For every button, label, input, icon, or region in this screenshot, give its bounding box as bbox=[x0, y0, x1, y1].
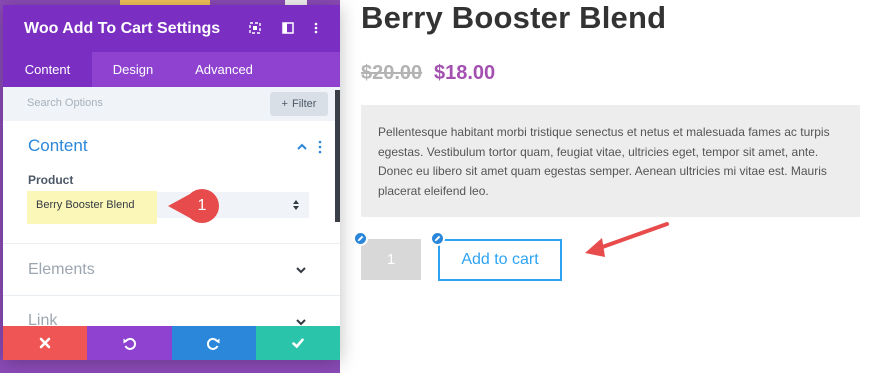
elements-section-toggle[interactable]: Elements bbox=[28, 261, 95, 279]
annotation-arrow-icon bbox=[585, 222, 669, 257]
plus-icon: + bbox=[281, 98, 288, 110]
filter-label: Filter bbox=[291, 98, 317, 110]
discard-button[interactable] bbox=[3, 326, 88, 360]
split-view-icon[interactable] bbox=[280, 20, 296, 36]
redo-button[interactable] bbox=[171, 326, 256, 360]
module-settings-panel: Woo Add To Cart Settings Content Design … bbox=[3, 5, 340, 360]
undo-icon bbox=[123, 337, 137, 350]
search-options-bar: Search Options + Filter bbox=[3, 87, 340, 121]
regular-price: $20.00 bbox=[361, 62, 423, 84]
product-field-label: Product bbox=[28, 173, 74, 187]
undo-button[interactable] bbox=[87, 326, 172, 360]
panel-scrollbar[interactable] bbox=[335, 90, 340, 222]
callout-number: 1 bbox=[197, 197, 207, 214]
product-short-description: Pellentesque habitant morbi tristique se… bbox=[361, 105, 860, 217]
chevron-down-icon[interactable] bbox=[295, 318, 307, 326]
redo-icon bbox=[206, 337, 220, 350]
section-divider bbox=[3, 295, 340, 296]
settings-tabs: Content Design Advanced bbox=[3, 52, 340, 87]
close-icon bbox=[39, 337, 51, 349]
select-arrows-icon bbox=[293, 200, 299, 210]
check-icon bbox=[292, 338, 304, 349]
sale-price: $18.00 bbox=[434, 62, 496, 84]
search-options-input[interactable]: Search Options bbox=[27, 97, 103, 109]
save-button[interactable] bbox=[255, 326, 340, 360]
filter-button[interactable]: + Filter bbox=[270, 92, 328, 116]
product-title: Berry Booster Blend bbox=[361, 0, 667, 35]
panel-header: Woo Add To Cart Settings bbox=[3, 5, 340, 52]
tab-advanced[interactable]: Advanced bbox=[174, 52, 274, 87]
content-section-toggle[interactable]: Content bbox=[28, 136, 88, 156]
tab-content[interactable]: Content bbox=[3, 52, 92, 87]
add-to-cart-button[interactable]: Add to cart bbox=[438, 239, 562, 281]
description-text: Pellentesque habitant morbi tristique se… bbox=[378, 125, 830, 198]
pencil-icon bbox=[434, 235, 441, 242]
chevron-up-icon[interactable] bbox=[296, 142, 308, 152]
tab-design[interactable]: Design bbox=[92, 52, 174, 87]
panel-footer bbox=[3, 326, 340, 360]
product-select-value: Berry Booster Blend bbox=[36, 199, 135, 211]
section-options-icon[interactable] bbox=[318, 140, 322, 154]
section-divider bbox=[3, 243, 340, 244]
expand-icon[interactable] bbox=[247, 20, 263, 36]
panel-title: Woo Add To Cart Settings bbox=[24, 20, 221, 37]
quantity-edit-icon[interactable] bbox=[353, 231, 368, 246]
chevron-down-icon[interactable] bbox=[295, 266, 307, 274]
quantity-input[interactable]: 1 bbox=[361, 239, 421, 280]
more-options-icon[interactable] bbox=[308, 20, 324, 36]
pencil-icon bbox=[357, 235, 364, 242]
button-edit-icon[interactable] bbox=[430, 231, 445, 246]
